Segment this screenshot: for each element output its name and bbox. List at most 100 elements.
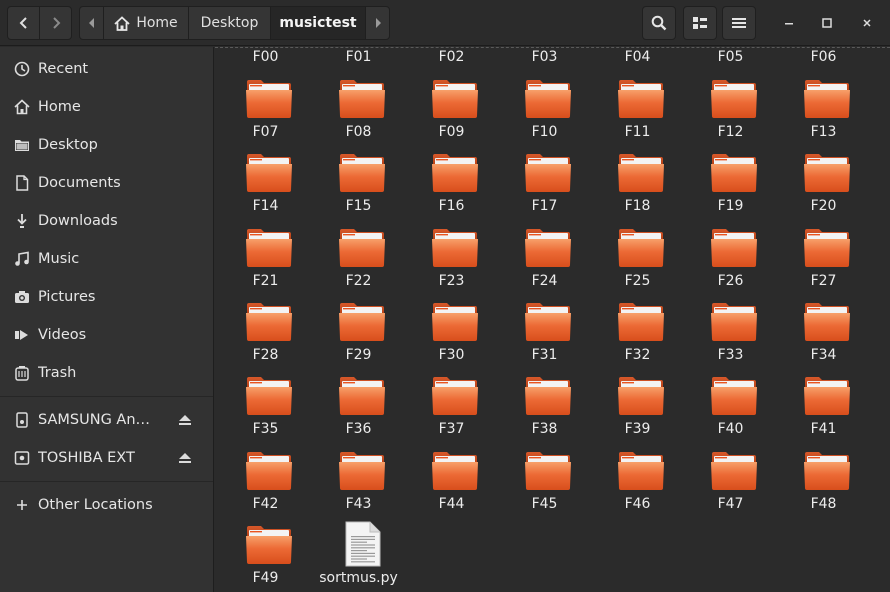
folder-item[interactable]: F16: [405, 152, 498, 226]
folder-item[interactable]: F20: [777, 152, 870, 226]
folder-item[interactable]: F07: [219, 78, 312, 152]
folder-item[interactable]: F42: [219, 450, 312, 524]
folder-item[interactable]: F27: [777, 227, 870, 301]
folder-icon: [245, 301, 293, 343]
path-segment-home[interactable]: Home: [104, 7, 189, 39]
folder-item[interactable]: F43: [312, 450, 405, 524]
folder-icon: [245, 227, 293, 269]
file-name: F42: [252, 495, 279, 512]
sidebar-item-pictures[interactable]: Pictures: [0, 279, 213, 315]
folder-icon: [710, 227, 758, 269]
folder-icon: [431, 152, 479, 194]
folder-item[interactable]: F24: [498, 227, 591, 301]
folder-item[interactable]: F26: [684, 227, 777, 301]
sidebar-label: SAMSUNG Andr...: [38, 412, 156, 428]
folder-item[interactable]: F12: [684, 78, 777, 152]
eject-icon[interactable]: [177, 450, 193, 466]
folder-icon: [617, 375, 665, 417]
sidebar-item-recent[interactable]: Recent: [0, 51, 213, 87]
folder-item[interactable]: F11: [591, 78, 684, 152]
sidebar-item-toshiba[interactable]: TOSHIBA EXT: [0, 440, 213, 476]
sidebar-item-samsung[interactable]: SAMSUNG Andr...: [0, 402, 213, 438]
folder-item[interactable]: F34: [777, 301, 870, 375]
view-mode-button[interactable]: [683, 6, 717, 40]
home-icon: [14, 99, 30, 115]
sidebar-item-videos[interactable]: Videos: [0, 317, 213, 353]
folder-icon: [431, 301, 479, 343]
document-icon: [14, 175, 30, 191]
folder-item[interactable]: F39: [591, 375, 684, 449]
search-icon: [651, 15, 667, 31]
file-name: F49: [252, 569, 279, 586]
close-icon: [863, 19, 871, 27]
sidebar-item-other-locations[interactable]: Other Locations: [0, 487, 213, 523]
folder-icon: [338, 375, 386, 417]
folder-item[interactable]: F48: [777, 450, 870, 524]
back-button[interactable]: [7, 6, 40, 40]
folder-item[interactable]: F14: [219, 152, 312, 226]
sidebar-item-desktop[interactable]: Desktop: [0, 127, 213, 163]
folder-item[interactable]: F30: [405, 301, 498, 375]
sidebar-item-trash[interactable]: Trash: [0, 355, 213, 391]
folder-item[interactable]: F22: [312, 227, 405, 301]
maximize-button[interactable]: [812, 8, 842, 38]
folder-item[interactable]: F49: [219, 524, 312, 592]
folder-item[interactable]: F44: [405, 450, 498, 524]
close-button[interactable]: [852, 8, 882, 38]
folder-item[interactable]: F13: [777, 78, 870, 152]
folder-item[interactable]: F25: [591, 227, 684, 301]
path-scroll-right[interactable]: [366, 7, 389, 39]
folder-item[interactable]: F28: [219, 301, 312, 375]
folder-item[interactable]: F18: [591, 152, 684, 226]
folder-item[interactable]: F36: [312, 375, 405, 449]
path-label-desktop: Desktop: [200, 15, 259, 31]
path-bar: Home Desktop musictest: [79, 6, 390, 40]
folder-icon: [338, 227, 386, 269]
file-name: F07: [252, 124, 279, 140]
file-name: F05: [717, 49, 744, 65]
path-label-current: musictest: [279, 15, 357, 31]
folder-item[interactable]: F23: [405, 227, 498, 301]
search-button[interactable]: [642, 6, 676, 40]
clock-icon: [14, 61, 30, 77]
minimize-button[interactable]: [774, 8, 804, 38]
forward-button[interactable]: [39, 6, 72, 40]
folder-item[interactable]: F29: [312, 301, 405, 375]
folder-item[interactable]: F35: [219, 375, 312, 449]
folder-item[interactable]: F38: [498, 375, 591, 449]
file-name: F39: [624, 421, 651, 438]
folder-icon: [803, 78, 851, 120]
file-item[interactable]: sortmus.py: [312, 521, 405, 592]
folder-item[interactable]: F08: [312, 78, 405, 152]
path-scroll-left[interactable]: [80, 7, 104, 39]
folder-item[interactable]: F40: [684, 375, 777, 449]
music-icon: [14, 251, 30, 267]
folder-item[interactable]: F09: [405, 78, 498, 152]
file-name: F16: [438, 198, 465, 215]
sidebar: Recent Home Desktop Documents Downloads …: [0, 47, 214, 592]
file-name: F15: [345, 198, 372, 215]
sidebar-item-home[interactable]: Home: [0, 89, 213, 125]
file-name: F36: [345, 421, 372, 438]
sidebar-item-downloads[interactable]: Downloads: [0, 203, 213, 239]
path-segment-current[interactable]: musictest: [271, 7, 366, 39]
folder-item[interactable]: F31: [498, 301, 591, 375]
file-name: F25: [624, 272, 651, 289]
folder-item[interactable]: F15: [312, 152, 405, 226]
path-segment-desktop[interactable]: Desktop: [189, 7, 271, 39]
folder-item[interactable]: F32: [591, 301, 684, 375]
menu-button[interactable]: [722, 6, 756, 40]
folder-item[interactable]: F45: [498, 450, 591, 524]
folder-item[interactable]: F17: [498, 152, 591, 226]
folder-item[interactable]: F21: [219, 227, 312, 301]
folder-item[interactable]: F41: [777, 375, 870, 449]
folder-item[interactable]: F37: [405, 375, 498, 449]
sidebar-item-music[interactable]: Music: [0, 241, 213, 277]
folder-item[interactable]: F10: [498, 78, 591, 152]
folder-item[interactable]: F33: [684, 301, 777, 375]
folder-item[interactable]: F47: [684, 450, 777, 524]
folder-item[interactable]: F19: [684, 152, 777, 226]
eject-icon[interactable]: [177, 412, 193, 428]
sidebar-item-documents[interactable]: Documents: [0, 165, 213, 201]
folder-item[interactable]: F46: [591, 450, 684, 524]
